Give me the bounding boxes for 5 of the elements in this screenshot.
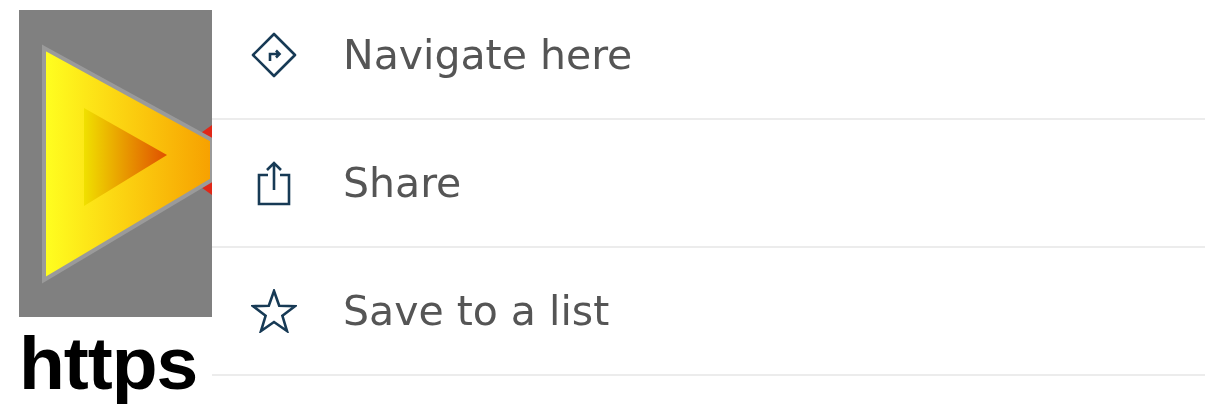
star-icon	[251, 289, 297, 333]
menu-item[interactable]: Share	[212, 120, 1205, 246]
menu-item[interactable]: Save to a list	[212, 248, 1205, 374]
menu-item[interactable]: Navigate here	[212, 0, 1205, 118]
directions-icon	[250, 31, 298, 79]
